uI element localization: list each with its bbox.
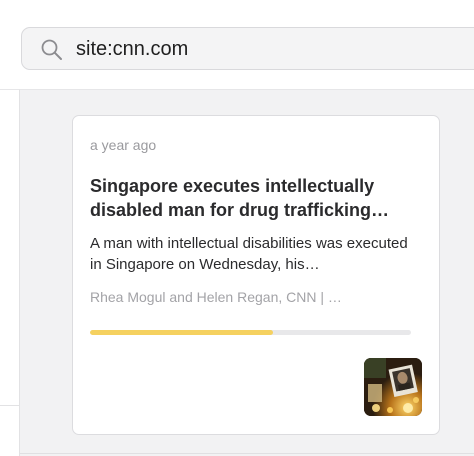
article-byline: Rhea Mogul and Helen Regan, CNN | … [90,289,342,305]
article-title[interactable]: Singapore executes intellectually disabl… [90,174,420,222]
left-panel [0,89,20,456]
reading-progress-bar [90,330,411,335]
app-root: a year ago Singapore executes intellectu… [0,0,474,456]
reading-progress-fill [90,330,273,335]
article-time: a year ago [90,137,157,153]
divider [20,453,474,454]
news-photo-icon [364,358,422,416]
article-thumbnail[interactable] [364,358,422,416]
search-icon[interactable] [40,38,64,62]
divider [0,405,20,406]
search-input[interactable] [76,37,456,61]
article-summary: A man with intellectual disabilities was… [90,235,408,273]
